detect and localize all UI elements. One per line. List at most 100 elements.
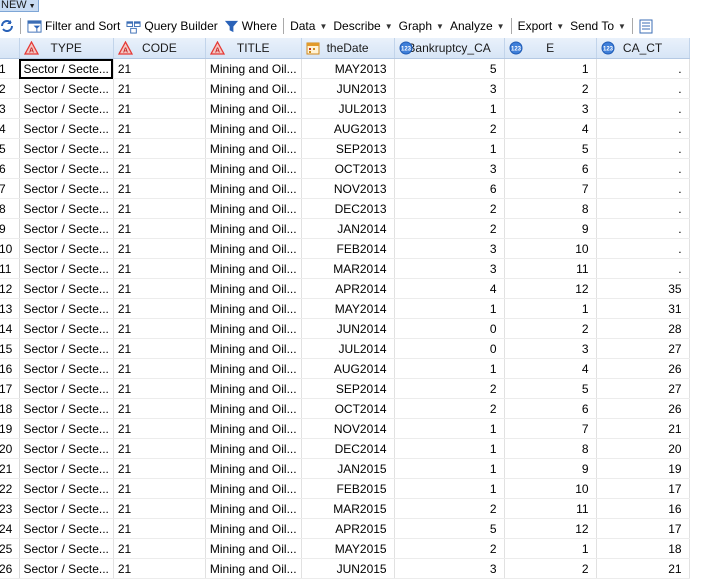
e-cell[interactable]: 5: [504, 138, 597, 159]
type-cell[interactable]: Sector / Secte...: [19, 58, 114, 79]
e-cell[interactable]: 9: [504, 218, 597, 239]
bankruptcy-ca-cell[interactable]: 1: [394, 98, 505, 119]
ca-ct-cell[interactable]: .: [596, 138, 690, 159]
code-cell[interactable]: 21: [113, 118, 206, 139]
ca-ct-cell[interactable]: .: [596, 198, 690, 219]
type-cell[interactable]: Sector / Secte...: [19, 278, 114, 299]
e-cell[interactable]: 7: [504, 178, 597, 199]
type-cell[interactable]: Sector / Secte...: [19, 318, 114, 339]
row-number[interactable]: 26: [0, 558, 20, 579]
code-cell[interactable]: 21: [113, 558, 206, 579]
bankruptcy-ca-cell[interactable]: 0: [394, 338, 505, 359]
table-row[interactable]: 5Sector / Secte...21Mining and Oil...SEP…: [0, 138, 690, 159]
code-cell[interactable]: 21: [113, 258, 206, 279]
title-cell[interactable]: Mining and Oil...: [205, 338, 302, 359]
ca-ct-cell[interactable]: .: [596, 178, 690, 199]
code-cell[interactable]: 21: [113, 418, 206, 439]
date-cell[interactable]: MAR2015: [301, 498, 395, 519]
date-cell[interactable]: JUN2015: [301, 558, 395, 579]
bankruptcy-ca-cell[interactable]: 0: [394, 318, 505, 339]
type-cell[interactable]: Sector / Secte...: [19, 158, 114, 179]
bankruptcy-ca-cell[interactable]: 2: [394, 218, 505, 239]
code-cell[interactable]: 21: [113, 518, 206, 539]
ca-ct-cell[interactable]: 18: [596, 538, 690, 559]
row-number[interactable]: 18: [0, 398, 20, 419]
title-cell[interactable]: Mining and Oil...: [205, 458, 302, 479]
row-number[interactable]: 22: [0, 478, 20, 499]
date-cell[interactable]: JUL2013: [301, 98, 395, 119]
code-cell[interactable]: 21: [113, 158, 206, 179]
code-cell[interactable]: 21: [113, 218, 206, 239]
bankruptcy-ca-cell[interactable]: 3: [394, 78, 505, 99]
bankruptcy-ca-cell[interactable]: 2: [394, 198, 505, 219]
bankruptcy-ca-cell[interactable]: 2: [394, 398, 505, 419]
row-number[interactable]: 20: [0, 438, 20, 459]
code-cell[interactable]: 21: [113, 178, 206, 199]
title-cell[interactable]: Mining and Oil...: [205, 218, 302, 239]
type-cell[interactable]: Sector / Secte...: [19, 378, 114, 399]
type-cell[interactable]: Sector / Secte...: [19, 258, 114, 279]
code-cell[interactable]: 21: [113, 438, 206, 459]
table-row[interactable]: 22 Sector / Secte... 21 Mining and Oil... FE…: [0, 478, 690, 499]
row-number[interactable]: 16: [0, 358, 20, 379]
ca-ct-cell[interactable]: 26: [596, 398, 690, 419]
date-cell[interactable]: APR2015: [301, 518, 395, 539]
table-row[interactable]: 26 Sector / Secte... 21 Mining and Oil... JU…: [0, 558, 690, 579]
ca-ct-cell[interactable]: 27: [596, 338, 690, 359]
row-number[interactable]: 13: [0, 298, 20, 319]
date-cell[interactable]: SEP2014: [301, 378, 395, 399]
row-number[interactable]: 12: [0, 278, 20, 299]
title-cell[interactable]: Mining and Oil...: [205, 178, 302, 199]
table-row[interactable]: 13 Sector / Secte... 21 Mining and Oil... MA…: [0, 298, 690, 319]
export-menu[interactable]: Export ▼: [515, 15, 568, 37]
title-cell[interactable]: Mining and Oil...: [205, 138, 302, 159]
bankruptcy-ca-cell[interactable]: 1: [394, 438, 505, 459]
bankruptcy-ca-cell[interactable]: 6: [394, 178, 505, 199]
bankruptcy-ca-cell[interactable]: 1: [394, 418, 505, 439]
table-row[interactable]: 7Sector / Secte...21Mining and Oil...NOV…: [0, 178, 690, 199]
row-number[interactable]: 7: [0, 178, 20, 199]
e-cell[interactable]: 3: [504, 338, 597, 359]
ca-ct-cell[interactable]: .: [596, 58, 690, 79]
e-cell[interactable]: 2: [504, 78, 597, 99]
bankruptcy-ca-cell[interactable]: 3: [394, 238, 505, 259]
bankruptcy-ca-cell[interactable]: 3: [394, 158, 505, 179]
ca-ct-cell[interactable]: 17: [596, 518, 690, 539]
filter-sort-button[interactable]: Filter and Sort: [24, 15, 123, 37]
new-button[interactable]: NEW ▼: [0, 0, 39, 12]
bankruptcy-ca-cell[interactable]: 1: [394, 138, 505, 159]
bankruptcy-ca-cell[interactable]: 2: [394, 118, 505, 139]
ca-ct-cell[interactable]: 16: [596, 498, 690, 519]
title-cell[interactable]: Mining and Oil...: [205, 438, 302, 459]
title-cell[interactable]: Mining and Oil...: [205, 258, 302, 279]
table-row[interactable]: 3Sector / Secte...21Mining and Oil...JUL…: [0, 98, 690, 119]
table-row[interactable]: 2Sector / Secte...21Mining and Oil...JUN…: [0, 78, 690, 99]
title-cell[interactable]: Mining and Oil...: [205, 518, 302, 539]
e-cell[interactable]: 1: [504, 58, 597, 79]
e-cell[interactable]: 5: [504, 378, 597, 399]
table-row[interactable]: 11 Sector / Secte... 21 Mining and Oil... MA…: [0, 258, 690, 279]
title-cell[interactable]: Mining and Oil...: [205, 238, 302, 259]
table-row[interactable]: 21 Sector / Secte... 21 Mining and Oil... JA…: [0, 458, 690, 479]
e-cell[interactable]: 9: [504, 458, 597, 479]
date-cell[interactable]: MAY2013: [301, 58, 395, 79]
type-cell[interactable]: Sector / Secte...: [19, 538, 114, 559]
date-cell[interactable]: AUG2013: [301, 118, 395, 139]
table-row[interactable]: 25 Sector / Secte... 21 Mining and Oil... MA…: [0, 538, 690, 559]
title-cell[interactable]: Mining and Oil...: [205, 318, 302, 339]
column-header-ca-ct[interactable]: 123 CA_CT: [596, 38, 690, 59]
date-cell[interactable]: OCT2014: [301, 398, 395, 419]
ca-ct-cell[interactable]: 20: [596, 438, 690, 459]
row-number[interactable]: 5: [0, 138, 20, 159]
bankruptcy-ca-cell[interactable]: 1: [394, 298, 505, 319]
title-cell[interactable]: Mining and Oil...: [205, 58, 302, 79]
e-cell[interactable]: 4: [504, 118, 597, 139]
bankruptcy-ca-cell[interactable]: 2: [394, 378, 505, 399]
date-cell[interactable]: JAN2015: [301, 458, 395, 479]
ca-ct-cell[interactable]: .: [596, 258, 690, 279]
bankruptcy-ca-cell[interactable]: 2: [394, 498, 505, 519]
title-cell[interactable]: Mining and Oil...: [205, 78, 302, 99]
type-cell[interactable]: Sector / Secte...: [19, 518, 114, 539]
column-header-title[interactable]: A TITLE: [205, 38, 302, 59]
row-number[interactable]: 2: [0, 78, 20, 99]
